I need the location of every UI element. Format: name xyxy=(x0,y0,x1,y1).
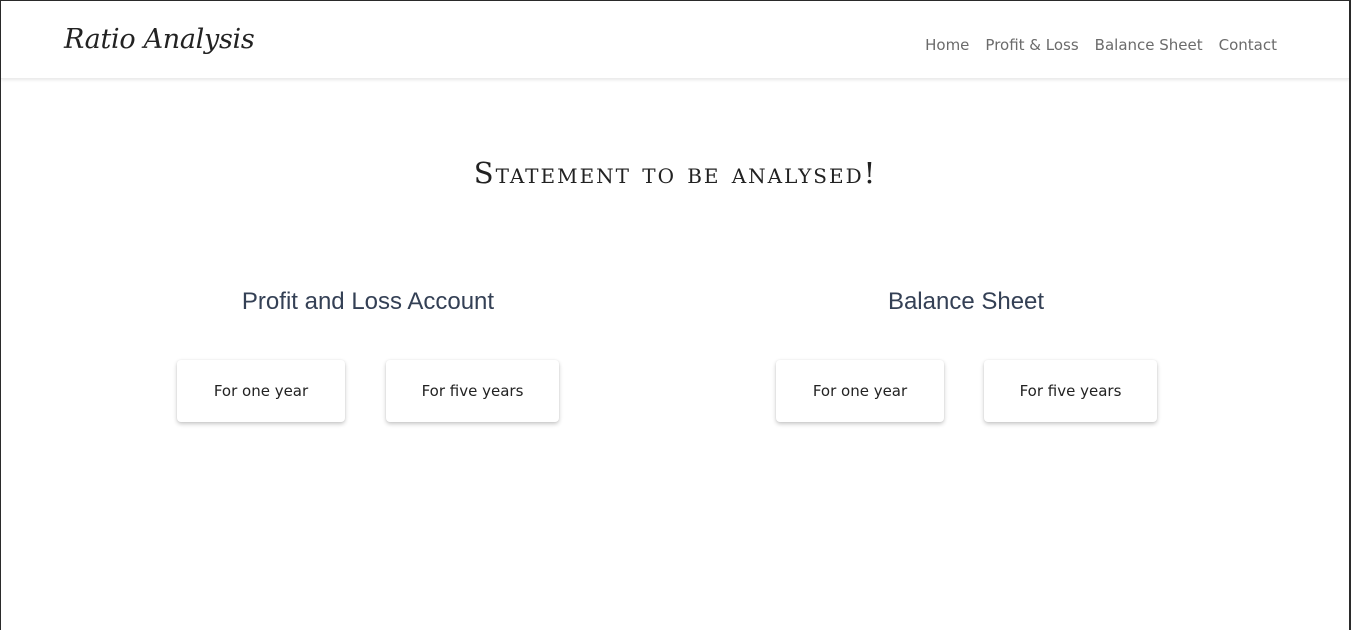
nav-links: Home Profit & Loss Balance Sheet Contact xyxy=(925,36,1277,54)
balance-sheet-five-years-button[interactable]: For five years xyxy=(984,360,1157,422)
nav-link-profit-loss[interactable]: Profit & Loss xyxy=(985,36,1078,54)
brand-logo[interactable]: Ratio Analysis xyxy=(64,25,255,55)
profit-loss-section: Profit and Loss Account For one year For… xyxy=(158,288,578,422)
balance-sheet-one-year-button[interactable]: For one year xyxy=(776,360,944,422)
profit-loss-five-years-button[interactable]: For five years xyxy=(386,360,559,422)
nav-link-contact[interactable]: Contact xyxy=(1219,36,1277,54)
balance-sheet-section: Balance Sheet For one year For five year… xyxy=(756,288,1176,422)
profit-loss-one-year-button[interactable]: For one year xyxy=(177,360,345,422)
page-title: Statement to be analysed! xyxy=(473,156,878,190)
navbar: Ratio Analysis Home Profit & Loss Balanc… xyxy=(1,1,1349,79)
section-title-balance-sheet: Balance Sheet xyxy=(887,288,1045,315)
nav-link-home[interactable]: Home xyxy=(925,36,969,54)
section-title-profit-loss: Profit and Loss Account xyxy=(241,288,495,315)
nav-link-balance-sheet[interactable]: Balance Sheet xyxy=(1095,36,1203,54)
